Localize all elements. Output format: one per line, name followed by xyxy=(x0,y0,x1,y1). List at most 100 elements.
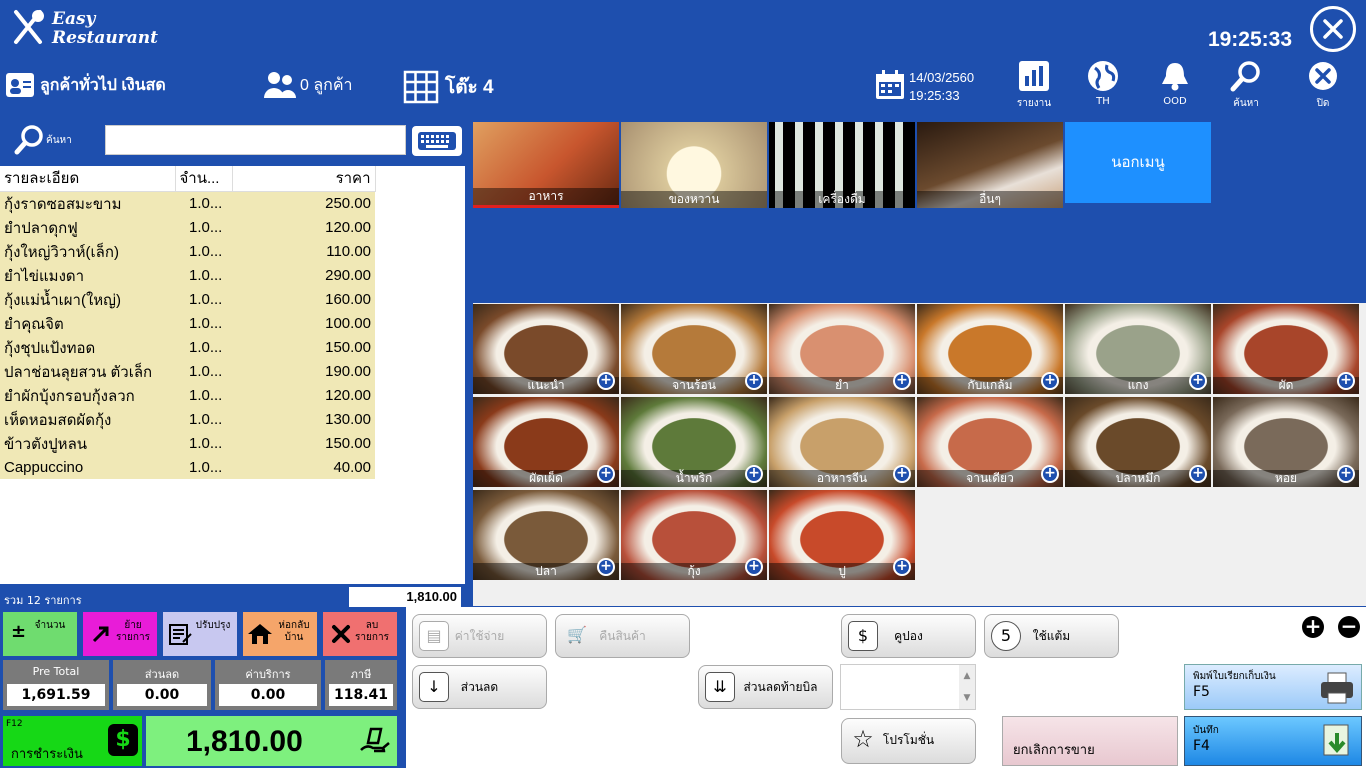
note-textbox[interactable]: ▲ ▼ xyxy=(840,664,976,710)
category-others[interactable]: อื่นๆ xyxy=(917,122,1063,208)
tool-notifications[interactable]: OOD xyxy=(1145,60,1205,107)
tool-search[interactable]: ค้นหา xyxy=(1216,60,1276,111)
use-points-button[interactable]: 5 ใช้แต้ม xyxy=(984,614,1119,658)
bill-discount-label: ส่วนลดท้ายบิล xyxy=(743,680,818,694)
item-name-cell: กุ้งราดซอสมะขาม xyxy=(0,191,175,216)
col-details[interactable]: รายละเอียด xyxy=(0,166,176,192)
search-button[interactable]: ค้นหา xyxy=(14,124,72,156)
table-row[interactable]: กุ้งราดซอสมะขาม 1.0... 250.00 xyxy=(0,191,375,216)
zoom-out-button[interactable]: − xyxy=(1338,616,1360,638)
menu-item-12[interactable]: ปลา + xyxy=(473,490,619,580)
menu-item-6[interactable]: ผัดเผ็ด + xyxy=(473,397,619,487)
table-row[interactable]: ข้าวตังปูหลน 1.0... 150.00 xyxy=(0,431,375,456)
table-row[interactable]: ยำไข่แมงดา 1.0... 290.00 xyxy=(0,263,375,288)
add-plus-icon[interactable]: + xyxy=(597,372,615,390)
menu-item-7[interactable]: น้ำพริก + xyxy=(621,397,767,487)
table-selector[interactable]: โต๊ะ 4 xyxy=(403,70,494,104)
table-row[interactable]: ยำผักบุ้งกรอบกุ้งลวก 1.0... 120.00 xyxy=(0,383,375,408)
table-row[interactable]: กุ้งใหญ่วิวาห์(เล็ก) 1.0... 110.00 xyxy=(0,239,375,264)
payment-button[interactable]: F12 การชำระเงิน $ xyxy=(3,716,142,766)
bell-icon xyxy=(1162,63,1188,91)
menu-item-11[interactable]: หอย + xyxy=(1213,397,1359,487)
bill-discount-button[interactable]: ⇊ ส่วนลดท้ายบิล xyxy=(698,665,833,709)
table-row[interactable]: เห็ดหอมสดผัดกุ้ง 1.0... 130.00 xyxy=(0,407,375,432)
category-dessert-label: ของหวาน xyxy=(621,191,767,208)
category-food[interactable]: อาหาร xyxy=(473,122,619,208)
table-row[interactable]: ยำปลาดุกฟู 1.0... 120.00 xyxy=(0,215,375,240)
item-name-cell: ปลาช่อนลุยสวน ตัวเล็ก xyxy=(0,359,175,384)
tool-language[interactable]: TH xyxy=(1073,60,1133,107)
menu-item-4[interactable]: แกง + xyxy=(1065,304,1211,394)
logo-line2: Restaurant xyxy=(52,28,158,48)
coupon-button[interactable]: $ คูปอง xyxy=(841,614,976,658)
add-plus-icon[interactable]: + xyxy=(1041,465,1059,483)
customer-selector[interactable]: ลูกค้าทั่วไป เงินสด xyxy=(5,72,166,98)
tool-close[interactable]: ปิด xyxy=(1293,60,1353,111)
return-button[interactable]: 🛒 คืนสินค้า xyxy=(555,614,690,658)
col-price[interactable]: ราคา xyxy=(232,166,376,192)
expense-button[interactable]: ▤ ค่าใช้จ่าย xyxy=(412,614,547,658)
add-plus-icon[interactable]: + xyxy=(597,465,615,483)
item-name-cell: กุ้งใหญ่วิวาห์(เล็ก) xyxy=(0,239,175,264)
table-row[interactable]: กุ้งแม่น้ำเผา(ใหญ่) 1.0... 160.00 xyxy=(0,287,375,312)
item-qty-cell: 1.0... xyxy=(175,287,232,312)
save-button[interactable]: บันทึก F4 xyxy=(1184,716,1362,766)
table-row[interactable]: กุ้งชุปแป้งทอด 1.0... 150.00 xyxy=(0,335,375,360)
order-list[interactable]: รายละเอียด จำน... ราคา กุ้งราดซอสมะขาม 1.… xyxy=(0,166,465,584)
move-item-button[interactable]: ย้ายรายการ xyxy=(83,612,157,656)
add-plus-icon[interactable]: + xyxy=(893,558,911,576)
menu-item-1[interactable]: จานร้อน + xyxy=(621,304,767,394)
menu-item-5[interactable]: ผัด + xyxy=(1213,304,1359,394)
item-name-cell: Cappuccino xyxy=(0,455,175,479)
item-price-cell: 100.00 xyxy=(232,311,375,336)
add-plus-icon[interactable]: + xyxy=(893,465,911,483)
item-price-cell: 110.00 xyxy=(232,239,375,264)
cancel-sale-button[interactable]: ยกเลิกการขาย xyxy=(1002,716,1178,766)
quantity-button[interactable]: ± จำนวน xyxy=(3,612,77,656)
menu-item-13[interactable]: กุ้ง + xyxy=(621,490,767,580)
promotion-button[interactable]: ☆ โปรโมชั่น xyxy=(841,718,976,764)
add-plus-icon[interactable]: + xyxy=(597,558,615,576)
menu-item-2[interactable]: ยำ + xyxy=(769,304,915,394)
off-menu-button[interactable]: นอกเมนู xyxy=(1065,122,1211,203)
add-plus-icon[interactable]: + xyxy=(1189,465,1207,483)
add-plus-icon[interactable]: + xyxy=(1189,372,1207,390)
menu-item-0[interactable]: แนะนำ + xyxy=(473,304,619,394)
menu-item-9[interactable]: จานเดียว + xyxy=(917,397,1063,487)
add-plus-icon[interactable]: + xyxy=(1337,465,1355,483)
guest-count[interactable]: 0 ลูกค้า xyxy=(262,70,353,100)
tool-report[interactable]: รายงาน xyxy=(1004,60,1064,111)
col-qty[interactable]: จำน... xyxy=(175,166,233,192)
star-icon: ☆ xyxy=(852,725,874,753)
menu-item-3[interactable]: กับแกล้ม + xyxy=(917,304,1063,394)
table-row[interactable]: ยำคุณจิต 1.0... 100.00 xyxy=(0,311,375,336)
add-plus-icon[interactable]: + xyxy=(893,372,911,390)
item-name-cell: เห็ดหอมสดผัดกุ้ง xyxy=(0,407,175,432)
add-plus-icon[interactable]: + xyxy=(745,372,763,390)
scroll-arrows-icon[interactable]: ▲ ▼ xyxy=(959,665,975,709)
menu-item-10[interactable]: ปลาหมึก + xyxy=(1065,397,1211,487)
menu-item-14[interactable]: ปู + xyxy=(769,490,915,580)
item-qty-cell: 1.0... xyxy=(175,407,232,432)
takeaway-button[interactable]: ห่อกลับบ้าน xyxy=(243,612,317,656)
print-bill-button[interactable]: พิมพ์ใบเรียกเก็บเงิน F5 xyxy=(1184,664,1362,710)
edit-item-button[interactable]: ปรับปรุง xyxy=(163,612,237,656)
add-plus-icon[interactable]: + xyxy=(1041,372,1059,390)
dollar-icon: $ xyxy=(108,724,138,756)
table-grid-icon xyxy=(403,70,439,104)
add-plus-icon[interactable]: + xyxy=(745,465,763,483)
discount-button[interactable]: ↓ ส่วนลด xyxy=(412,665,547,709)
delete-item-button[interactable]: ลบรายการ xyxy=(323,612,397,656)
close-app-button[interactable] xyxy=(1310,6,1356,52)
keyboard-button[interactable] xyxy=(412,126,462,156)
category-dessert[interactable]: ของหวาน xyxy=(621,122,767,208)
item-price-cell: 40.00 xyxy=(232,455,375,479)
search-input[interactable] xyxy=(105,125,406,155)
menu-item-8[interactable]: อาหารจีน + xyxy=(769,397,915,487)
table-row[interactable]: ปลาช่อนลุยสวน ตัวเล็ก 1.0... 190.00 xyxy=(0,359,375,384)
table-row[interactable]: Cappuccino 1.0... 40.00 xyxy=(0,455,375,479)
add-plus-icon[interactable]: + xyxy=(1337,372,1355,390)
category-drinks[interactable]: เครื่องดื่ม xyxy=(769,122,915,208)
zoom-in-button[interactable]: + xyxy=(1302,616,1324,638)
add-plus-icon[interactable]: + xyxy=(745,558,763,576)
